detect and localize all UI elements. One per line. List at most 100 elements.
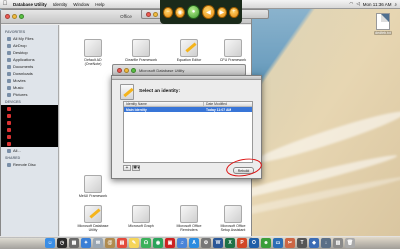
sidebar-item-label: Applications <box>13 57 35 62</box>
file-label: MeiUI Framework <box>78 194 108 198</box>
sidebar-item-redacted[interactable] <box>1 119 58 126</box>
finder-icon[interactable]: ☺ <box>45 238 55 248</box>
clock[interactable]: Mon 11:36 AM <box>363 2 392 7</box>
file-item[interactable]: Microsoft Database Utility <box>76 205 110 232</box>
excel-icon[interactable]: X <box>225 238 235 248</box>
sidebar-item-redacted[interactable] <box>1 140 58 147</box>
word-icon[interactable]: W <box>213 238 223 248</box>
movies-icon <box>7 78 11 83</box>
device-icon <box>7 113 11 118</box>
sidebar-item-pictures[interactable]: Pictures <box>1 91 58 98</box>
desktop-file[interactable]: dedfeb.txt <box>368 13 398 35</box>
dock: ☺ ◷ ▦ ✦ ✉ @ ▤ ✎ ☊ ◉ ▣ ♫ A ⚙ W X P O ☻ ▭ ✂ T ◆ ↓ ▥ 🗑 <box>0 236 400 249</box>
apple-menu-icon[interactable]:  <box>0 1 10 7</box>
safari-icon[interactable]: ✦ <box>81 238 91 248</box>
sidebar-item-applications[interactable]: Applications <box>1 56 58 63</box>
itunes-icon[interactable]: ♫ <box>177 238 187 248</box>
app-2-icon[interactable]: ◆ <box>309 238 319 248</box>
sidebar-item-label: Remote Disc <box>13 162 36 167</box>
app-store-icon[interactable]: A <box>189 238 199 248</box>
file-label: CFU Framework <box>219 58 247 62</box>
sidebar-item-downloads[interactable]: Downloads <box>1 70 58 77</box>
sidebar-item-redacted[interactable] <box>1 112 58 119</box>
text-file-icon <box>376 13 390 30</box>
sidebar-item-airdrop[interactable]: AirDrop <box>1 42 58 49</box>
app-1-icon[interactable]: T <box>297 238 307 248</box>
dashboard-icon[interactable]: ◷ <box>57 238 67 248</box>
device-icon <box>7 141 11 146</box>
remote-desktop-icon[interactable]: ▭ <box>273 238 283 248</box>
hud-prev-button[interactable]: ◀ <box>202 5 215 19</box>
outlook-icon[interactable]: O <box>249 238 259 248</box>
spotlight-icon[interactable]: ⌕ <box>394 2 397 7</box>
file-item[interactable]: Microsoft Office Setup Assistant <box>216 205 250 232</box>
minimize-button[interactable] <box>124 68 129 73</box>
facetime-icon[interactable]: ◉ <box>153 238 163 248</box>
desktop-file-label: dedfeb.txt <box>374 31 392 35</box>
wifi-icon[interactable]: ◠ <box>349 1 353 7</box>
file-item[interactable]: Default AD (OneNote) <box>76 39 110 66</box>
identity-list[interactable]: Identity Name Date Modified Main Identit… <box>123 101 253 163</box>
mail-icon[interactable]: ✉ <box>93 238 103 248</box>
volume-icon[interactable]: ◁ <box>356 1 359 7</box>
close-button[interactable] <box>117 68 122 73</box>
sidebar-item-desktop[interactable]: Desktop <box>1 49 58 56</box>
framework-icon <box>132 39 150 57</box>
select-identity-dialog: Select an identity: Identity Name Date M… <box>111 75 264 179</box>
powerpoint-icon[interactable]: P <box>237 238 247 248</box>
file-item[interactable]: MeiUI Framework <box>76 175 110 198</box>
calendar-icon[interactable]: ▤ <box>117 238 127 248</box>
messenger-icon[interactable]: ☻ <box>261 238 271 248</box>
column-header-date-modified[interactable]: Date Modified <box>204 102 227 106</box>
hud-plus-button[interactable]: + <box>228 6 239 18</box>
sidebar-item-redacted[interactable] <box>1 126 58 133</box>
column-header-identity-name[interactable]: Identity Name <box>124 102 204 106</box>
toolbox-icon[interactable]: ✂ <box>285 238 295 248</box>
window-title: Microsoft Database Utility <box>139 68 185 73</box>
identity-row[interactable]: Main Identity Today 11:07 AM <box>124 107 252 112</box>
device-icon <box>7 127 11 132</box>
notes-icon[interactable]: ✎ <box>129 238 139 248</box>
hud-toolbar: − ◉ ● ◀ ▶ + <box>160 0 242 24</box>
hud-minus-button[interactable]: − <box>163 6 174 18</box>
menu-window[interactable]: Window <box>70 2 92 7</box>
sidebar-item-redacted[interactable] <box>1 105 58 112</box>
sidebar-item-redacted[interactable] <box>1 133 58 140</box>
file-item[interactable]: Equation Editor <box>172 39 206 62</box>
photo-booth-icon[interactable]: ▣ <box>165 238 175 248</box>
database-utility-icon <box>120 84 134 100</box>
files-icon <box>7 36 11 41</box>
file-item[interactable]: Microsoft Graph <box>124 205 158 228</box>
action-menu-button[interactable]: ✱▾ <box>132 165 140 171</box>
file-item[interactable]: Clearfile Framework <box>124 39 158 62</box>
file-item[interactable]: Microsoft Office Reminders <box>172 205 206 232</box>
documents-stack-icon[interactable]: ▥ <box>333 238 343 248</box>
minimize-button[interactable] <box>153 12 158 17</box>
trash-icon[interactable]: 🗑 <box>345 238 355 248</box>
sidebar-item-documents[interactable]: Documents <box>1 63 58 70</box>
file-item[interactable]: CFU Framework <box>216 39 250 62</box>
sidebar-item-music[interactable]: Music <box>1 84 58 91</box>
sidebar-item-remote-disc[interactable]: Remote Disc <box>1 161 58 168</box>
sidebar-item-movies[interactable]: Movies <box>1 77 58 84</box>
reminders-icon <box>180 205 198 223</box>
menu-help[interactable]: Help <box>92 2 107 7</box>
preferences-icon[interactable]: ⚙ <box>201 238 211 248</box>
mission-control-icon[interactable]: ▦ <box>69 238 79 248</box>
device-icon <box>7 134 11 139</box>
sidebar-item-all-my-files[interactable]: All My Files <box>1 35 58 42</box>
sidebar-item-all[interactable]: All... <box>1 147 58 154</box>
menu-app-name[interactable]: Database Utility <box>10 2 50 7</box>
hud-center-button[interactable]: ● <box>187 5 200 19</box>
hud-next-button[interactable]: ▶ <box>216 6 227 18</box>
menu-identity[interactable]: Identity <box>50 2 71 7</box>
downloads-stack-icon[interactable]: ↓ <box>321 238 331 248</box>
music-icon <box>7 85 11 90</box>
contacts-icon[interactable]: @ <box>105 238 115 248</box>
hud-target-button[interactable]: ◉ <box>175 6 186 18</box>
messages-icon[interactable]: ☊ <box>141 238 151 248</box>
device-icon <box>7 120 11 125</box>
add-identity-button[interactable]: + <box>123 165 131 171</box>
zoom-button[interactable] <box>131 68 136 73</box>
close-button[interactable] <box>146 12 151 17</box>
